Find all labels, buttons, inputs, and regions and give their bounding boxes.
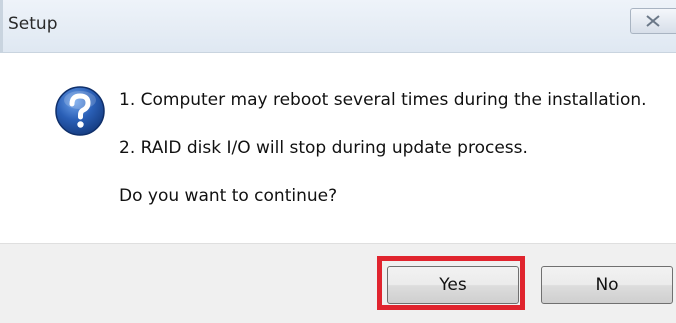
dialog-content: 1. Computer may reboot several times dur… [0,53,676,243]
window-title: Setup [8,14,58,34]
question-icon [55,86,105,136]
close-icon [646,15,660,27]
setup-dialog: Setup 1. Computer may reboot several tim… [0,0,676,323]
message-prompt: Do you want to continue? [119,186,338,206]
message-line-2: 2. RAID disk I/O will stop during update… [119,138,528,158]
close-button[interactable] [630,8,676,34]
yes-button[interactable]: Yes [387,266,519,304]
button-bar: Yes No [0,243,676,323]
title-bar: Setup [0,0,676,53]
message-line-1: 1. Computer may reboot several times dur… [119,90,647,110]
no-button[interactable]: No [541,266,673,304]
